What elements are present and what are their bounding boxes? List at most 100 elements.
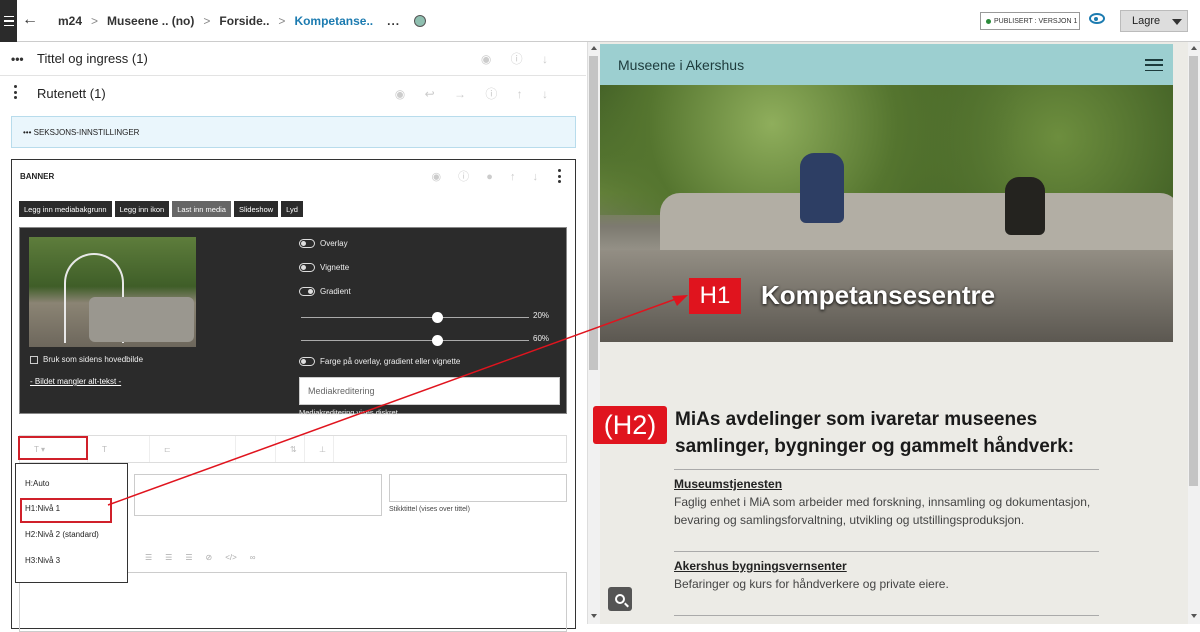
top-bar: ← m24 > Museene .. (no) > Forside.. > Ko… xyxy=(0,0,1200,42)
add-icon-button[interactable]: Legg inn ikon xyxy=(114,201,170,217)
chevron-right-icon: > xyxy=(278,14,286,28)
section-heading: MiAs avdelinger som ivaretar museenes sa… xyxy=(675,409,1075,457)
eye-icon[interactable] xyxy=(1089,13,1105,24)
toolbar-option[interactable] xyxy=(236,436,276,462)
menu-icon[interactable] xyxy=(1145,59,1163,71)
more-horizontal-icon[interactable]: ••• xyxy=(11,52,24,66)
scroll-down-icon[interactable] xyxy=(1191,614,1197,618)
heading-level-dropdown: H:Auto H1:Nivå 1 H2:Nivå 2 (standard) H3… xyxy=(15,463,128,583)
media-settings-panel: Bruk som sidens hovedbilde - Bildet mang… xyxy=(19,227,567,417)
media-thumbnail[interactable] xyxy=(29,237,196,347)
title-textarea[interactable] xyxy=(134,474,382,516)
kicker-label: Stikktittel (vises over tittel) xyxy=(389,506,470,513)
menu-icon[interactable] xyxy=(0,0,17,42)
caret-down-icon[interactable] xyxy=(1172,19,1182,25)
toolbar-option[interactable]: ⊥ xyxy=(305,436,334,462)
scroll-up-icon[interactable] xyxy=(591,46,597,50)
gradient-slider-1[interactable] xyxy=(301,312,529,323)
chevron-right-icon: > xyxy=(91,14,99,28)
h2-label-tag: (H2) xyxy=(593,406,667,444)
back-arrow-icon[interactable]: ← xyxy=(22,11,38,29)
text-style-icon[interactable]: T xyxy=(88,436,150,462)
heading-option-h2[interactable]: H2:Nivå 2 (standard) xyxy=(25,530,99,539)
toggle-label: Gradient xyxy=(320,287,351,296)
save-button[interactable]: Lagre xyxy=(1120,10,1188,32)
heading-option-h3[interactable]: H3:Nivå 3 xyxy=(25,556,60,565)
item-desc: Faglig enhet i MiA som arbeider med fors… xyxy=(674,495,1091,527)
use-main-image-label: Bruk som sidens hovedbilde xyxy=(43,355,144,364)
add-media-background-button[interactable]: Legg inn mediabakgrunn xyxy=(19,201,112,217)
breadcrumb-item-current[interactable]: Kompetanse.. xyxy=(294,14,373,28)
more-vertical-icon[interactable] xyxy=(558,169,561,183)
zoom-icon[interactable] xyxy=(608,587,632,611)
link-icon[interactable]: ∞ xyxy=(250,553,256,562)
breadcrumb-item-forside[interactable]: Forside.. xyxy=(219,14,269,28)
breadcrumb-item-museene[interactable]: Museene .. (no) xyxy=(107,14,194,28)
toggle-on-icon[interactable] xyxy=(299,287,315,296)
breadcrumb-item-m24[interactable]: m24 xyxy=(58,14,82,28)
selected-option-highlight xyxy=(20,498,112,523)
use-main-image-checkbox[interactable]: Bruk som sidens hovedbilde xyxy=(30,355,143,364)
banner-title: BANNER xyxy=(20,172,55,181)
sound-button[interactable]: Lyd xyxy=(281,201,303,217)
clear-icon[interactable]: ⊘ xyxy=(206,553,213,562)
media-credit-input[interactable]: Mediakreditering xyxy=(299,377,560,405)
status-dot-icon xyxy=(414,15,427,27)
heading-select-highlight xyxy=(18,436,88,460)
divider xyxy=(674,469,1099,470)
indent-right-icon[interactable]: ☰ xyxy=(185,553,192,562)
list-icon[interactable]: ☰ xyxy=(145,553,152,562)
preview-scrollbar[interactable] xyxy=(1188,42,1200,624)
kicker-input[interactable] xyxy=(389,474,567,502)
section-settings-bar[interactable]: ••• SEKSJONS-INNSTILLINGER xyxy=(11,116,576,148)
media-button-group: Legg inn mediabakgrunn Legg inn ikon Las… xyxy=(19,201,303,217)
publish-status-label: PUBLISERT : VERSJON 1 xyxy=(994,17,1078,25)
editor-panel: ••• Tittel og ingress (1) ◉ ⓘ ↓ Rutenett… xyxy=(0,42,588,632)
more-options-icon[interactable]: ... xyxy=(387,14,400,28)
block-actions-icons: ◉ ↩ → ⓘ ↑ ↓ xyxy=(394,86,556,101)
slider-value: 20% xyxy=(533,311,550,320)
section-settings-label: SEKSJONS-INNSTILLINGER xyxy=(33,127,140,137)
slider-handle[interactable] xyxy=(432,335,443,346)
scroll-thumb[interactable] xyxy=(589,56,598,370)
site-name[interactable]: Museene i Akershus xyxy=(618,57,744,73)
block-title: Rutenett (1) xyxy=(37,85,106,101)
block-row-tittel[interactable]: ••• Tittel og ingress (1) ◉ ⓘ ↓ xyxy=(0,42,586,76)
item-title-bygningsvern[interactable]: Akershus bygningsvernsenter xyxy=(674,559,847,573)
block-row-rutenett[interactable]: Rutenett (1) ◉ ↩ → ⓘ ↑ ↓ xyxy=(0,76,586,110)
toggle-label: Vignette xyxy=(320,263,350,272)
breadcrumb: m24 > Museene .. (no) > Forside.. > Komp… xyxy=(58,14,427,28)
toggle-icon[interactable] xyxy=(299,239,315,248)
gradient-slider-2[interactable] xyxy=(301,335,529,346)
scroll-thumb[interactable] xyxy=(1189,56,1198,486)
color-overlay-toggle[interactable]: Farge på overlay, gradient eller vignett… xyxy=(299,357,460,366)
sort-icon[interactable]: ⇅ xyxy=(276,436,305,462)
publish-status-dropdown[interactable]: PUBLISERT : VERSJON 1 xyxy=(980,12,1080,30)
save-label: Lagre xyxy=(1132,15,1161,27)
editor-scrollbar[interactable] xyxy=(588,42,600,624)
more-vertical-icon[interactable] xyxy=(14,85,17,99)
item-title-museumstjenesten[interactable]: Museumstjenesten xyxy=(674,477,782,491)
gradient-toggle[interactable]: Gradient xyxy=(299,287,351,296)
banner-heading: Kompetansesentre xyxy=(761,280,996,310)
slider-handle[interactable] xyxy=(432,312,443,323)
checkbox-icon[interactable] xyxy=(30,355,38,364)
alt-text-link[interactable]: - Bildet mangler alt-tekst - xyxy=(30,377,121,386)
toggle-icon[interactable] xyxy=(299,263,315,272)
text-format-toolbar: ☰ ☰ ☰ ⊘ </> ∞ xyxy=(145,553,256,562)
vignette-toggle[interactable]: Vignette xyxy=(299,263,349,272)
code-icon[interactable]: </> xyxy=(225,553,237,562)
heading-option-auto[interactable]: H:Auto xyxy=(25,479,49,488)
scroll-down-icon[interactable] xyxy=(591,614,597,618)
scroll-up-icon[interactable] xyxy=(1191,46,1197,50)
indent-icon[interactable]: ☰ xyxy=(165,553,172,562)
preview-panel: Museene i Akershus H1 Kompetansesentre (… xyxy=(593,42,1188,624)
h1-label-tag: H1 xyxy=(689,278,741,314)
upload-media-button[interactable]: Last inn media xyxy=(172,201,231,217)
chevron-right-icon: > xyxy=(203,14,211,28)
align-icon[interactable]: ⊏ xyxy=(150,436,236,462)
overlay-toggle[interactable]: Overlay xyxy=(299,239,348,248)
toggle-icon[interactable] xyxy=(299,357,315,366)
heading-toolbar: T ▾ T ⊏ ⇅ ⊥ xyxy=(19,435,567,463)
slideshow-button[interactable]: Slideshow xyxy=(233,201,279,217)
